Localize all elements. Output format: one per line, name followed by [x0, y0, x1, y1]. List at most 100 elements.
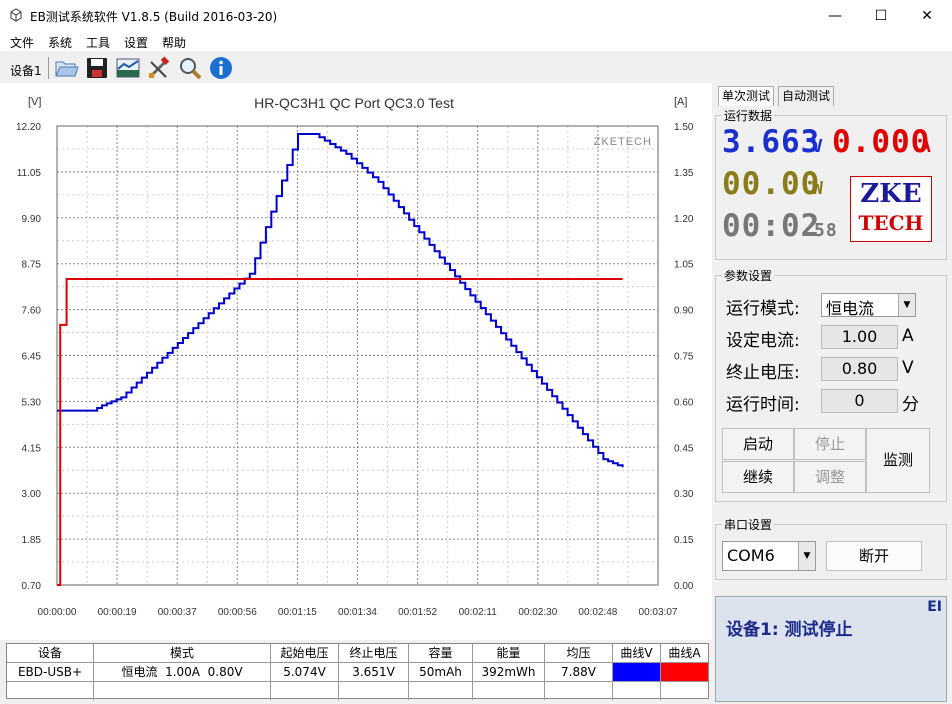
chart-title: HR-QC3H1 QC Port QC3.0 Test [254, 95, 454, 111]
header-curve-a: 曲线A [668, 646, 701, 660]
y-right-tick-label: 1.20 [674, 214, 694, 225]
save-icon[interactable] [84, 55, 110, 81]
empty-cell [409, 682, 473, 700]
search-icon[interactable] [177, 55, 203, 81]
y-left-tick-label: 1.85 [22, 535, 42, 546]
cell-energy: 392mWh [473, 663, 545, 681]
y-left-tick-label: 8.75 [22, 260, 42, 271]
chart-watermark: ZKETECH [594, 136, 652, 148]
info-icon[interactable] [208, 55, 234, 81]
status-corner-text: EI [927, 599, 942, 615]
continue-button[interactable]: 继续 [722, 461, 794, 493]
y-right-tick-label: 0.75 [674, 352, 694, 363]
y-left-tick-label: 4.15 [22, 443, 42, 454]
tab-single-test[interactable]: 单次测试 [718, 86, 775, 106]
y-right-tick-label: 0.60 [674, 397, 694, 408]
menu-tools[interactable]: 工具 [86, 34, 110, 51]
empty-cell [339, 682, 409, 700]
tools-icon[interactable] [146, 55, 172, 81]
adjust-button[interactable]: 调整 [794, 461, 866, 493]
empty-cell [473, 682, 545, 700]
monitor-button[interactable]: 监测 [866, 428, 930, 493]
menu-file[interactable]: 文件 [10, 34, 34, 51]
power-readout: 00.00 [722, 166, 821, 202]
empty-cell [613, 682, 661, 700]
x-tick-label: 00:01:15 [278, 607, 317, 618]
device-tab[interactable]: 设备1 [10, 62, 42, 79]
header-energy: 能量 [473, 644, 545, 662]
cell-end-voltage: 3.651V [339, 663, 409, 681]
tab-auto-test[interactable]: 自动测试 [778, 86, 835, 106]
y-left-tick-label: 7.60 [22, 306, 42, 317]
y-left-tick-label: 0.70 [22, 581, 42, 592]
voltage-current-chart: HR-QC3H1 QC Port QC3.0 Test ZKETECH [V] … [16, 95, 694, 618]
table-header-row: 设备 模式 起始电压 终止电压 容量 能量 均压 曲线V 曲线A [7, 644, 708, 663]
status-message: 设备1: 测试停止 [726, 620, 853, 640]
empty-cell [271, 682, 339, 700]
mode-select-value: 恒电流 [826, 299, 875, 318]
elapsed-seconds: 58 [814, 220, 838, 241]
mode-label: 运行模式: [726, 299, 800, 319]
cutoff-voltage-field[interactable]: 0.80 [821, 357, 898, 381]
app-icon [10, 8, 22, 22]
minimize-button[interactable]: — [812, 0, 858, 31]
chart-grid [56, 125, 659, 586]
current-readout: 0.000 [832, 124, 931, 160]
chart-image-icon[interactable] [115, 55, 141, 81]
open-icon[interactable] [53, 55, 79, 81]
set-current-unit: A [902, 326, 914, 346]
toolbar-divider [48, 57, 49, 79]
cell-start-voltage: 5.074V [271, 663, 339, 681]
cell-capacity: 50mAh [409, 663, 473, 681]
power-unit: W [812, 178, 824, 199]
chevron-down-icon[interactable]: ▼ [898, 294, 915, 316]
x-tick-label: 00:00:19 [98, 607, 137, 618]
results-table: 设备 模式 起始电压 终止电压 容量 能量 均压 曲线V 曲线A EBD-USB… [6, 643, 709, 700]
curve-a-swatch[interactable] [661, 663, 708, 681]
empty-cell [7, 682, 94, 700]
empty-cell [661, 682, 708, 700]
table-row[interactable]: EBD-USB+ 恒电流 1.00A 0.80V 5.074V 3.651V 5… [7, 663, 708, 682]
empty-cell [545, 682, 613, 700]
curve-v-swatch[interactable] [613, 663, 661, 681]
header-mode: 模式 [94, 644, 271, 662]
run-data-label: 运行数据 [722, 107, 775, 124]
header-avg-voltage: 均压 [545, 644, 613, 662]
header-capacity: 容量 [409, 644, 473, 662]
menu-help[interactable]: 帮助 [162, 34, 186, 51]
y-right-tick-label: 0.90 [674, 306, 694, 317]
com-port-select[interactable]: COM6 ▼ [722, 541, 816, 571]
control-panel: 单次测试 自动测试 运行数据 3.663 V 0.000 A 00.00 W 0… [712, 83, 952, 704]
y-left-tick-label: 6.45 [22, 352, 42, 363]
window-title: EB测试系统软件 V1.8.5 (Build 2016-03-20) [30, 10, 278, 24]
x-tick-label: 00:00:37 [158, 607, 197, 618]
title-bar: EB测试系统软件 V1.8.5 (Build 2016-03-20) — ☐ ✕ [0, 0, 952, 31]
params-label: 参数设置 [722, 267, 775, 284]
start-button[interactable]: 启动 [722, 428, 794, 460]
close-button[interactable]: ✕ [904, 0, 950, 31]
set-current-label: 设定电流: [726, 331, 800, 351]
run-data-group: 运行数据 3.663 V 0.000 A 00.00 W 00:02 58 ZK… [715, 107, 947, 260]
menu-settings[interactable]: 设置 [124, 34, 148, 51]
x-tick-label: 00:02:30 [518, 607, 557, 618]
maximize-button[interactable]: ☐ [858, 0, 904, 31]
x-tick-label: 00:00:56 [218, 607, 257, 618]
set-current-field[interactable]: 1.00 [821, 325, 898, 349]
serial-label: 串口设置 [722, 516, 775, 533]
disconnect-button[interactable]: 断开 [826, 541, 922, 571]
y-right-tick-label: 0.00 [674, 581, 694, 592]
runtime-field[interactable]: 0 [821, 389, 898, 413]
chevron-down-icon[interactable]: ▼ [798, 542, 815, 570]
mode-select[interactable]: 恒电流 ▼ [821, 293, 916, 318]
cell-mode: 恒电流 1.00A 0.80V [94, 663, 271, 681]
y-right-tick-label: 0.30 [674, 489, 694, 500]
x-tick-label: 00:01:34 [338, 607, 377, 618]
y-right-tick-label: 1.50 [674, 122, 694, 133]
params-group: 参数设置 运行模式: 恒电流 ▼ 设定电流: 1.00 A 终止电压: 0.80… [715, 267, 947, 502]
stop-button[interactable]: 停止 [794, 428, 866, 460]
empty-cell [94, 682, 271, 700]
y-right-tick-label: 1.05 [674, 260, 694, 271]
logo-text-tech: TECH [858, 211, 924, 235]
cell-device: EBD-USB+ [7, 663, 94, 681]
menu-system[interactable]: 系统 [48, 34, 72, 51]
